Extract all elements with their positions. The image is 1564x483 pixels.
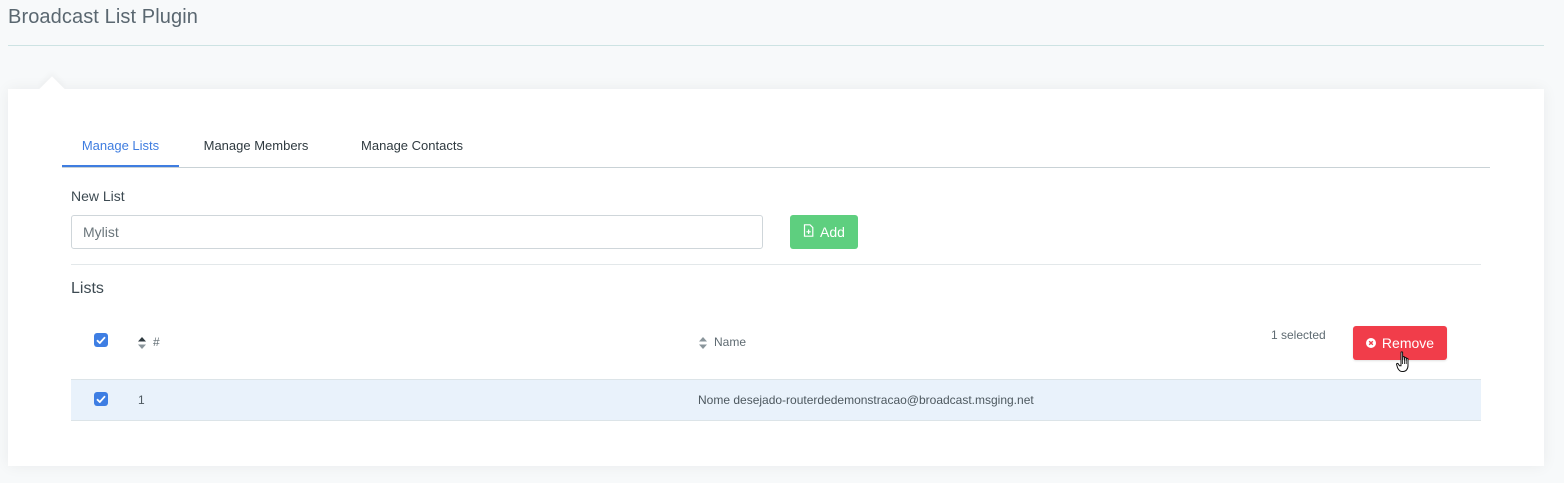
tab-manage-contacts[interactable]: Manage Contacts [350,129,474,167]
select-all-checkbox[interactable] [94,333,108,347]
file-plus-icon [803,224,814,240]
tab-bar: Manage Lists Manage Members Manage Conta… [62,129,1490,168]
content-card: Manage Lists Manage Members Manage Conta… [8,76,1544,466]
table-row[interactable]: 1 Nome desejado-routerdedemonstracao@bro… [71,380,1481,421]
sort-icon[interactable] [699,336,707,354]
column-header-name[interactable]: Name [714,335,746,349]
new-list-input[interactable] [71,215,763,249]
page-title: Broadcast List Plugin [8,6,198,28]
sort-icon[interactable] [138,336,146,354]
new-list-label: New List [71,188,125,204]
column-header-number[interactable]: # [153,335,160,349]
tab-manage-members[interactable]: Manage Members [196,129,316,167]
section-divider [71,264,1481,265]
row-name: Nome desejado-routerdedemonstracao@broad… [698,393,1034,407]
remove-button-label: Remove [1381,335,1435,351]
tab-manage-lists[interactable]: Manage Lists [62,129,179,167]
page-header: Broadcast List Plugin [8,0,1544,46]
x-circle-icon [1365,335,1376,351]
lists-title: Lists [71,280,104,297]
add-button-label: Add [820,224,845,240]
add-list-button[interactable]: Add [790,215,858,249]
selected-count: 1 selected [1271,328,1326,342]
hand-pointer-icon [1396,351,1414,378]
row-number: 1 [138,393,145,407]
row-checkbox[interactable] [94,392,108,406]
